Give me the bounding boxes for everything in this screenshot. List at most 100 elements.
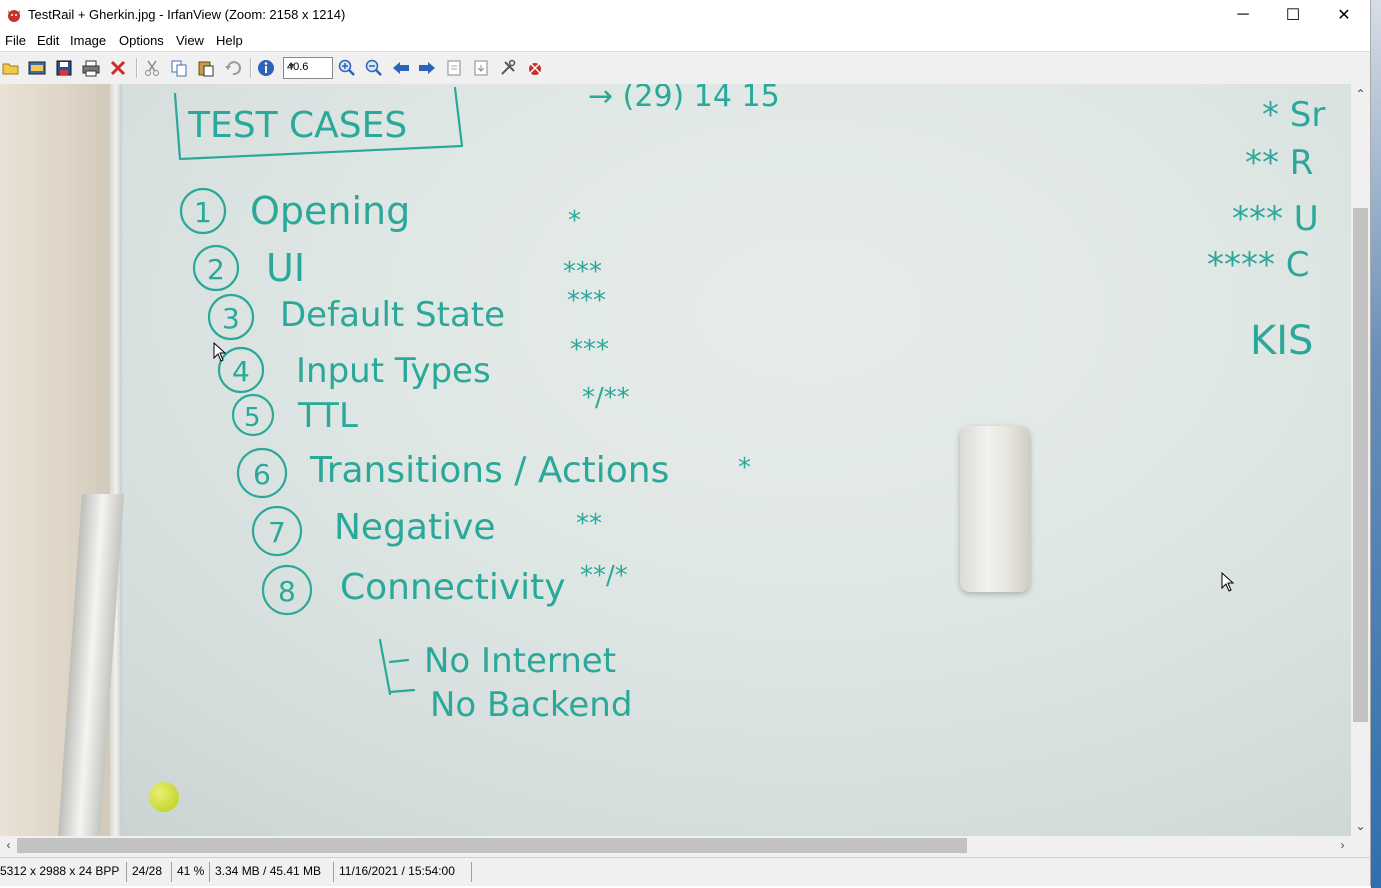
- info-icon: [258, 60, 274, 76]
- exit-button[interactable]: [524, 57, 546, 79]
- toolbar-separator: [250, 58, 252, 78]
- status-separator: [171, 862, 172, 882]
- right-column-item: *** U: [1232, 199, 1319, 239]
- title-bar: TestRail + Gherkin.jpg - IrfanView (Zoom…: [0, 0, 1370, 30]
- menu-edit[interactable]: Edit: [37, 33, 59, 48]
- irfanview-window: TestRail + Gherkin.jpg - IrfanView (Zoom…: [0, 0, 1371, 886]
- case-rating: **/*: [580, 561, 628, 591]
- exit-icon: [528, 61, 542, 75]
- undo-icon: [225, 61, 241, 76]
- save-icon: [56, 60, 72, 76]
- case-label: UI: [266, 246, 305, 290]
- sub-item: No Internet: [424, 641, 616, 681]
- previous-icon: [393, 62, 409, 74]
- zoom-out-button[interactable]: [363, 57, 385, 79]
- open-button[interactable]: [0, 57, 22, 79]
- slideshow-icon: [28, 61, 46, 75]
- scrollbar-corner: [1351, 836, 1370, 855]
- right-column-item: KIS: [1250, 318, 1313, 364]
- mouse-cursor-icon: [1221, 572, 1235, 592]
- print-button[interactable]: [80, 57, 102, 79]
- horizontal-scroll-thumb[interactable]: [17, 838, 967, 853]
- paste-icon: [198, 61, 214, 77]
- case-label: Input Types: [296, 351, 491, 391]
- delete-icon: [110, 60, 126, 76]
- status-index: 24/28: [132, 864, 163, 878]
- status-separator: [126, 862, 127, 882]
- save-button[interactable]: [53, 57, 75, 79]
- case-number: 1: [194, 196, 212, 229]
- next-button[interactable]: [416, 57, 438, 79]
- case-label: Connectivity: [340, 567, 566, 608]
- status-bar: 5312 x 2988 x 24 BPP 24/28 41 % 3.34 MB …: [0, 857, 1370, 886]
- toolbar-separator: [136, 58, 138, 78]
- cut-icon: [145, 60, 159, 76]
- case-rating: ***: [567, 286, 606, 316]
- right-column-item: **** C: [1207, 245, 1310, 285]
- menu-options[interactable]: Options: [119, 33, 164, 48]
- copy-button[interactable]: [168, 57, 190, 79]
- print-icon: [82, 60, 100, 77]
- first-page-icon: [447, 60, 461, 76]
- status-separator: [333, 862, 334, 882]
- undo-button[interactable]: [222, 57, 244, 79]
- vertical-scroll-thumb[interactable]: [1353, 208, 1368, 722]
- paste-button[interactable]: [195, 57, 217, 79]
- case-rating: */**: [582, 383, 630, 413]
- info-button[interactable]: [255, 57, 277, 79]
- minimize-icon: ─: [1237, 6, 1249, 23]
- mouse-cursor-icon: [213, 342, 227, 362]
- previous-button[interactable]: [390, 57, 412, 79]
- sub-item: No Backend: [430, 685, 632, 725]
- zoom-in-icon: [338, 59, 355, 76]
- minimize-button[interactable]: ─: [1218, 0, 1268, 30]
- status-zoom: 41 %: [177, 864, 205, 878]
- cut-button[interactable]: [141, 57, 163, 79]
- status-separator: [471, 862, 472, 882]
- open-folder-icon: [2, 63, 19, 75]
- zoom-in-button[interactable]: [336, 57, 358, 79]
- last-page-button[interactable]: [470, 57, 492, 79]
- case-number: 7: [268, 516, 286, 549]
- zoom-select[interactable]: 40.6 ▼: [283, 57, 333, 79]
- case-number: 8: [278, 575, 296, 608]
- status-datetime: 11/16/2021 / 15:54:00: [339, 864, 455, 878]
- case-rating: *: [738, 453, 751, 483]
- image-viewport[interactable]: TEST CASES → (29) 14 15 1 2 3 4 5 6 7 8 …: [0, 84, 1351, 836]
- close-icon: ✕: [1337, 7, 1351, 24]
- chevron-down-icon: ▼: [287, 61, 296, 71]
- settings-button[interactable]: [497, 57, 519, 79]
- menu-image[interactable]: Image: [70, 33, 106, 48]
- case-label: Negative: [334, 507, 496, 548]
- whiteboard-writing: TEST CASES → (29) 14 15 1 2 3 4 5 6 7 8 …: [173, 84, 1325, 725]
- maximize-button[interactable]: ☐: [1268, 0, 1318, 30]
- delete-button[interactable]: [107, 57, 129, 79]
- case-rating: **: [576, 509, 602, 539]
- menu-bar: File Edit Image Options View Help: [0, 30, 1370, 51]
- first-page-button[interactable]: [443, 57, 465, 79]
- next-icon: [419, 62, 435, 74]
- menu-view[interactable]: View: [176, 33, 204, 48]
- case-number: 4: [232, 355, 250, 388]
- window-title: TestRail + Gherkin.jpg - IrfanView (Zoom…: [28, 7, 346, 22]
- scroll-right-icon[interactable]: ›: [1334, 837, 1351, 854]
- status-memory: 3.34 MB / 45.41 MB: [215, 864, 322, 878]
- top-fragment-text: → (29) 14 15: [588, 84, 780, 114]
- status-dimensions: 5312 x 2988 x 24 BPP: [0, 864, 120, 878]
- scroll-down-icon[interactable]: ⌄: [1352, 818, 1369, 835]
- case-number: 5: [244, 403, 261, 433]
- case-rating: *: [568, 206, 581, 236]
- close-button[interactable]: ✕: [1319, 0, 1369, 30]
- menu-help[interactable]: Help: [216, 33, 243, 48]
- case-number: 6: [253, 458, 271, 491]
- case-number: 2: [207, 253, 225, 286]
- case-label: Transitions / Actions: [309, 450, 669, 491]
- zoom-out-icon: [365, 59, 382, 76]
- slideshow-button[interactable]: [26, 57, 48, 79]
- scroll-left-icon[interactable]: ‹: [0, 837, 17, 854]
- sub-item-bracket: [378, 638, 416, 696]
- menu-file[interactable]: File: [5, 33, 26, 48]
- maximize-icon: ☐: [1285, 7, 1301, 24]
- scroll-up-icon[interactable]: ⌃: [1352, 86, 1369, 103]
- irfanview-cat-icon: [8, 10, 20, 22]
